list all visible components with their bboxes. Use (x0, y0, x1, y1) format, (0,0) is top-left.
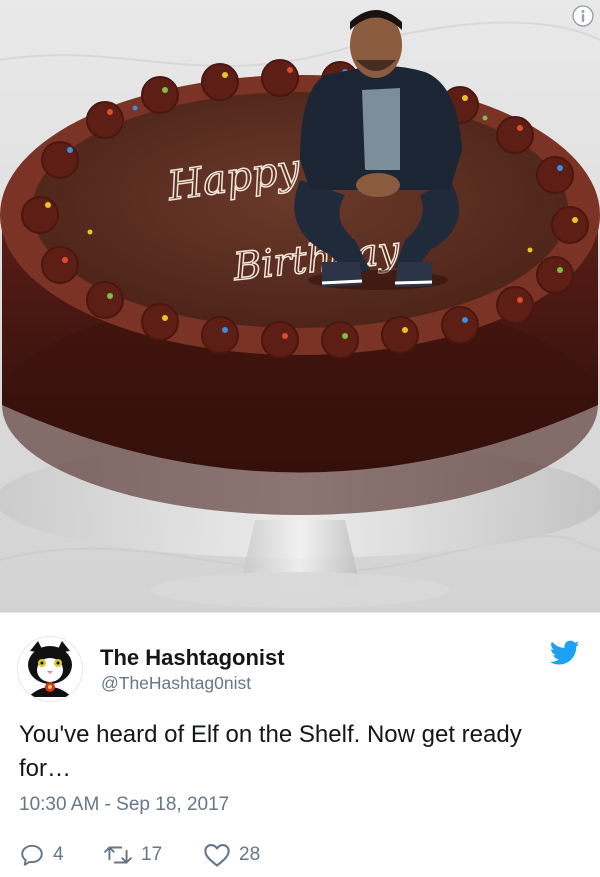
like-count: 28 (239, 844, 261, 865)
heart-icon (203, 842, 231, 868)
birthday-cake-photo: Happy Birthday (0, 10, 600, 608)
reply-count: 4 (53, 844, 64, 865)
twitter-bird-icon[interactable] (549, 640, 580, 666)
cat-avatar-icon (18, 637, 82, 701)
retweet-icon (103, 842, 133, 868)
tweet-timestamp[interactable]: 10:30 AM - Sep 18, 2017 (19, 794, 229, 816)
avatar[interactable] (17, 636, 83, 702)
tweet-media-image[interactable]: Happy Birthday (0, 0, 600, 612)
reply-button[interactable]: 4 (19, 840, 64, 870)
media-divider (0, 612, 600, 613)
reply-icon (19, 842, 45, 868)
user-handle[interactable]: @TheHashtag0nist (101, 673, 251, 694)
display-name[interactable]: The Hashtagonist (100, 645, 285, 671)
tweet-text: You've heard of Elf on the Shelf. Now ge… (19, 721, 522, 782)
retweet-button[interactable]: 17 (103, 840, 162, 870)
info-icon[interactable] (572, 5, 594, 27)
tweet-actions: 4 17 28 (19, 840, 579, 870)
retweet-count: 17 (141, 844, 163, 865)
like-button[interactable]: 28 (203, 840, 260, 870)
